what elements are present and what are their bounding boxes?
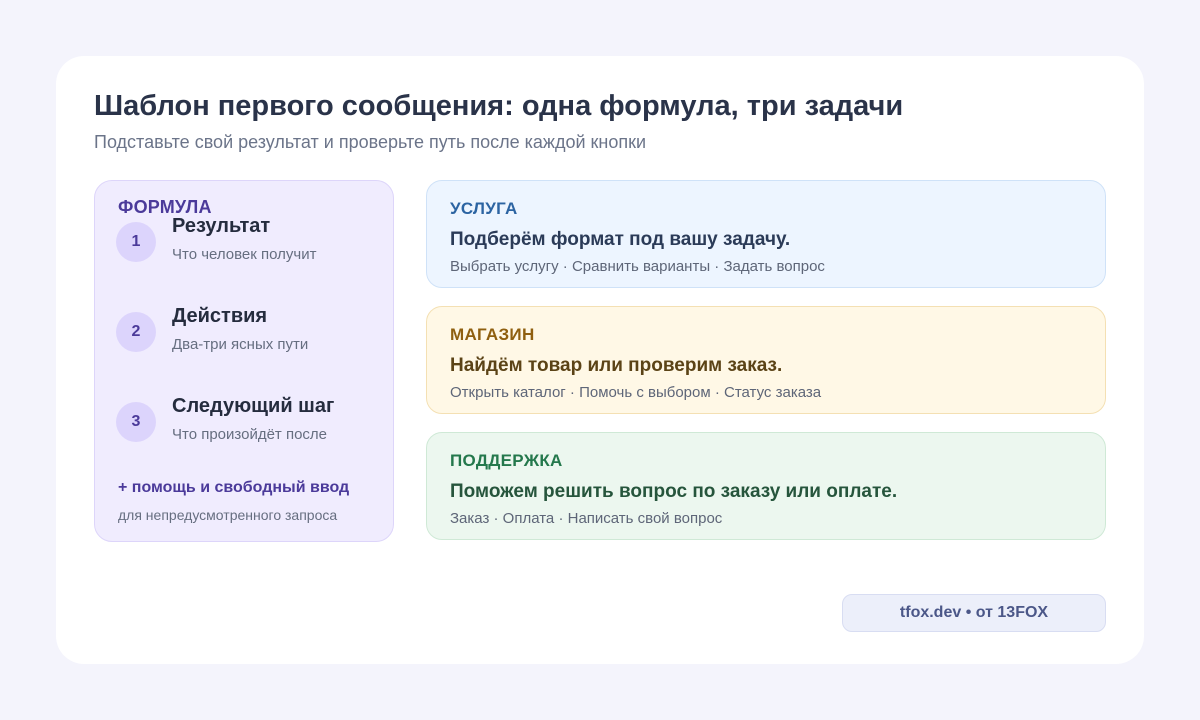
scenario-paths: Заказ · Оплата · Написать свой вопрос xyxy=(450,510,723,527)
scenario-paths: Выбрать услугу · Сравнить варианты · Зад… xyxy=(450,258,825,275)
formula-step-result: 1 Результат Что человек получит xyxy=(116,215,386,275)
step-number-badge: 1 xyxy=(116,222,156,262)
scenario-tag: ПОДДЕРЖКА xyxy=(450,451,563,470)
scenario-paths: Открыть каталог · Помочь с выбором · Ста… xyxy=(450,384,822,401)
scenario-tag: МАГАЗИН xyxy=(450,325,535,344)
formula-step-next: 3 Следующий шаг Что произойдёт после xyxy=(116,395,386,455)
formula-extra-title: + помощь и свободный ввод xyxy=(118,479,350,496)
page-subtitle: Подставьте свой результат и проверьте пу… xyxy=(94,132,647,152)
formula-extra-description: для непредусмотренного запроса xyxy=(118,507,338,523)
template-card: Шаблон первого сообщения: одна формула, … xyxy=(56,56,1144,664)
scenario-card-support: ПОДДЕРЖКА Поможем решить вопрос по заказ… xyxy=(426,432,1106,540)
step-description: Что произойдёт после xyxy=(172,426,328,443)
step-number-badge: 3 xyxy=(116,402,156,442)
step-description: Что человек получит xyxy=(172,246,317,263)
scenario-message: Подберём формат под вашу задачу. xyxy=(450,229,791,250)
formula-panel: ФОРМУЛА 1 Результат Что человек получит … xyxy=(94,180,394,542)
page-title: Шаблон первого сообщения: одна формула, … xyxy=(94,90,904,122)
step-title: Следующий шаг xyxy=(172,395,335,417)
step-title: Результат xyxy=(172,215,271,237)
footer-brand-badge: tfox.dev • от 13FOX xyxy=(842,594,1106,632)
step-description: Два-три ясных пути xyxy=(172,336,309,353)
step-number-badge: 2 xyxy=(116,312,156,352)
scenario-message: Найдём товар или проверим заказ. xyxy=(450,355,783,376)
formula-step-actions: 2 Действия Два-три ясных пути xyxy=(116,305,386,365)
step-title: Действия xyxy=(172,305,268,327)
scenario-card-service: УСЛУГА Подберём формат под вашу задачу. … xyxy=(426,180,1106,288)
scenario-message: Поможем решить вопрос по заказу или опла… xyxy=(450,481,898,502)
scenario-card-shop: МАГАЗИН Найдём товар или проверим заказ.… xyxy=(426,306,1106,414)
scenario-tag: УСЛУГА xyxy=(450,199,518,218)
